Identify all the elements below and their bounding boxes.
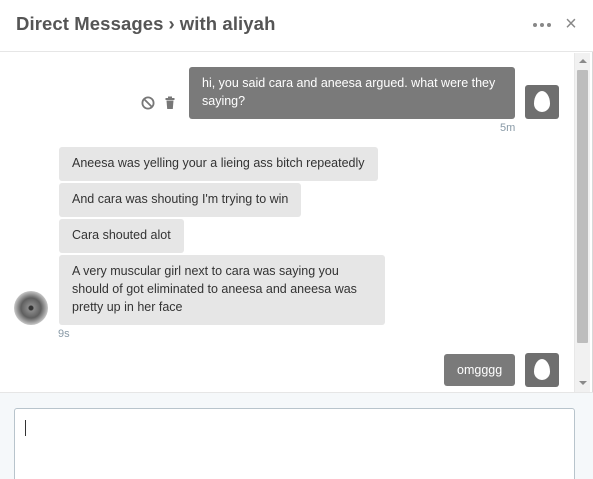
more-dots-icon[interactable] bbox=[532, 14, 552, 34]
message-timestamp: 5m bbox=[500, 122, 516, 134]
block-icon[interactable] bbox=[141, 96, 155, 110]
dm-title-label: Direct Messages bbox=[16, 13, 164, 34]
received-message-bubble: Aneesa was yelling your a lieing ass bit… bbox=[59, 147, 378, 181]
scroll-thumb[interactable] bbox=[577, 70, 588, 343]
sent-message-bubble: omgggg bbox=[444, 354, 516, 386]
breadcrumb-separator: › bbox=[168, 13, 175, 34]
my-avatar[interactable] bbox=[525, 353, 559, 387]
received-message-bubble: And cara was shouting I'm trying to win bbox=[59, 183, 302, 217]
message-input[interactable] bbox=[14, 408, 575, 479]
my-avatar[interactable] bbox=[525, 85, 559, 119]
dm-window: Direct Messages › with aliyah × hi, you sa… bbox=[0, 0, 593, 479]
scroll-up-arrow-icon[interactable] bbox=[575, 54, 591, 68]
received-message-bubble: A very muscular girl next to cara was sa… bbox=[59, 255, 385, 325]
message-timestamp: 9s bbox=[58, 328, 70, 340]
received-message-bubble: Cara shouted alot bbox=[59, 219, 184, 253]
close-icon[interactable]: × bbox=[563, 14, 579, 34]
sent-message-bubble: hi, you said cara and aneesa argued. wha… bbox=[189, 67, 515, 119]
dm-title: Direct Messages › with aliyah bbox=[16, 13, 275, 35]
thread-scrollbar[interactable] bbox=[574, 53, 590, 392]
message-thread[interactable]: hi, you said cara and aneesa argued. wha… bbox=[0, 53, 574, 392]
scroll-down-arrow-icon[interactable] bbox=[575, 376, 591, 390]
composer-area bbox=[0, 392, 593, 479]
trash-icon[interactable] bbox=[163, 96, 177, 110]
aliyah-avatar[interactable] bbox=[14, 291, 48, 325]
conversation-name: with aliyah bbox=[179, 13, 276, 34]
text-caret bbox=[25, 420, 26, 436]
dm-header: Direct Messages › with aliyah × bbox=[0, 0, 593, 52]
